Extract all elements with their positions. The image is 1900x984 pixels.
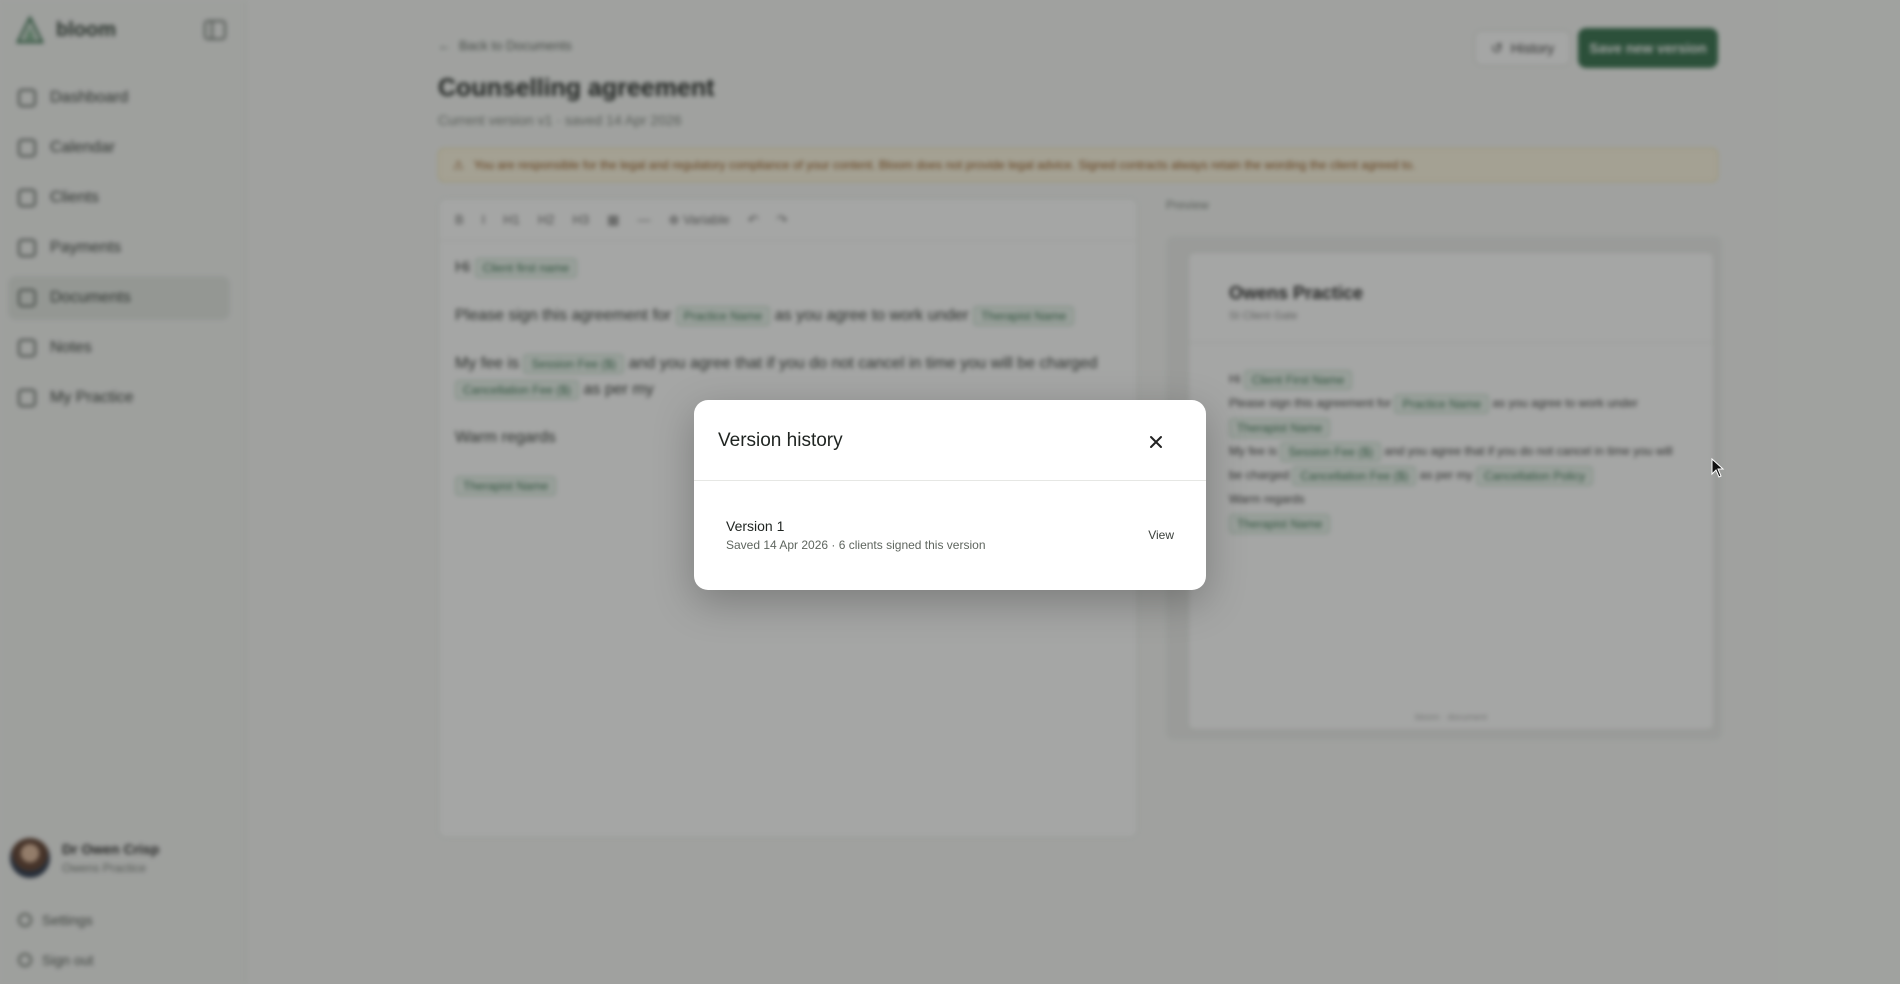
version-history-modal: Version history Version 1 Saved 14 Apr 2… (694, 400, 1206, 590)
modal-header: Version history (694, 400, 1206, 481)
version-meta: Saved 14 Apr 2026 · 6 clients signed thi… (726, 538, 986, 552)
version-name: Version 1 (726, 518, 785, 534)
close-icon[interactable] (1144, 430, 1168, 454)
view-version-button[interactable]: View (1148, 528, 1174, 542)
modal-title: Version history (718, 430, 843, 451)
version-list-item: Version 1 Saved 14 Apr 2026 · 6 clients … (726, 518, 1174, 552)
mouse-cursor-icon (1711, 458, 1725, 478)
